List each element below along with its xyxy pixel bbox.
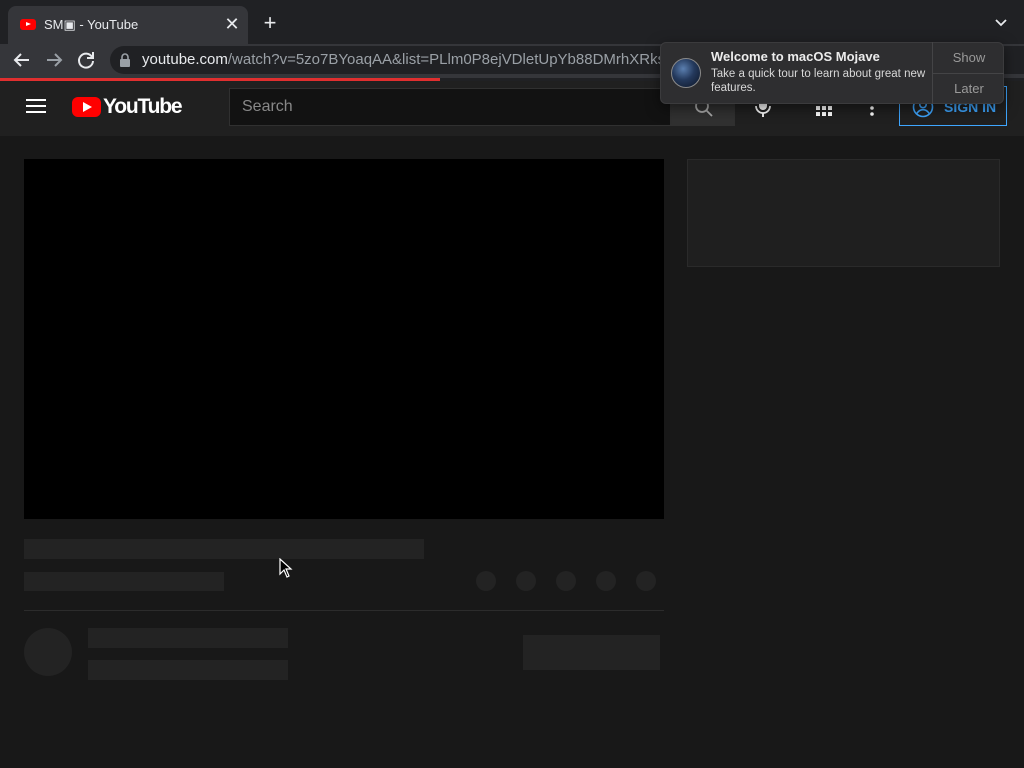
notification-later-button[interactable]: Later — [934, 75, 1004, 103]
divider — [24, 610, 664, 611]
action-button-placeholder — [556, 571, 576, 591]
notification-title: Welcome to macOS Mojave — [711, 49, 880, 64]
video-player[interactable] — [24, 159, 664, 519]
url-text[interactable]: youtube.com/watch?v=5zo7BYoaqAA&list=PLl… — [142, 51, 683, 68]
forward-icon[interactable] — [42, 48, 66, 72]
url-host: youtube.com — [142, 51, 228, 68]
action-button-placeholder — [476, 571, 496, 591]
youtube-logo-icon — [72, 97, 101, 117]
mojave-icon — [671, 58, 701, 88]
notification-show-button[interactable]: Show — [934, 44, 1004, 72]
youtube-logo-text: YouTube — [103, 95, 183, 118]
new-tab-button[interactable]: + — [258, 12, 282, 36]
channel-avatar-placeholder — [24, 628, 72, 676]
tab-title: SM▣ - YouTube — [44, 17, 139, 32]
back-icon[interactable] — [10, 48, 34, 72]
action-button-placeholder — [516, 571, 536, 591]
notification-body: Take a quick tour to learn about great n… — [711, 68, 926, 94]
youtube-favicon-icon — [20, 19, 36, 30]
hamburger-icon[interactable] — [26, 98, 46, 114]
sidebar-placeholder — [687, 159, 1000, 267]
subscriber-count-placeholder — [88, 660, 288, 680]
channel-name-placeholder — [88, 628, 288, 648]
video-title-placeholder — [24, 539, 424, 559]
browser-tab[interactable]: SM▣ - YouTube ✕ — [8, 6, 248, 44]
action-button-placeholder — [636, 571, 656, 591]
lock-icon[interactable] — [118, 52, 132, 68]
action-button-placeholder — [596, 571, 616, 591]
cursor-icon — [279, 558, 293, 578]
url-path: /watch?v=5zo7BYoaqAA&list=PLlm0P8ejVDlet… — [227, 51, 684, 68]
notification-button-divider — [933, 73, 1004, 74]
search-input[interactable] — [230, 89, 650, 125]
tab-list-icon[interactable] — [992, 14, 1010, 32]
tab-close-button[interactable]: ✕ — [222, 14, 242, 34]
subscribe-button-placeholder — [523, 635, 660, 670]
video-info-placeholder — [24, 572, 224, 591]
reload-icon[interactable] — [74, 48, 98, 72]
